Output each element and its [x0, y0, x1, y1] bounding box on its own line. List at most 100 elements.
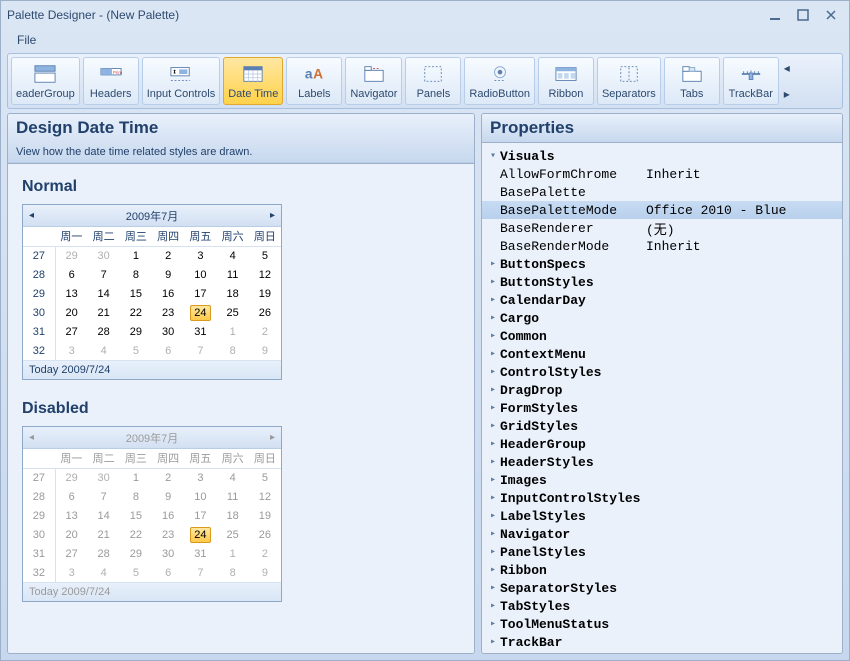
toolbar-button-labels[interactable]: aALabels — [286, 57, 342, 105]
calendar-prev-icon[interactable]: ◂ — [29, 210, 34, 221]
expand-icon[interactable]: ▸ — [486, 600, 500, 612]
property-row[interactable]: BasePalette — [482, 183, 842, 201]
calendar-day[interactable]: 6 — [55, 265, 87, 284]
expand-icon[interactable]: ▸ — [486, 492, 500, 504]
property-row[interactable]: ▸HeaderStyles — [482, 453, 842, 471]
toolbar-button-datetime[interactable]: Date Time — [223, 57, 283, 105]
property-row[interactable]: ▸TrackBar — [482, 633, 842, 651]
property-row[interactable]: ▸ButtonSpecs — [482, 255, 842, 273]
expand-icon[interactable]: ▸ — [486, 474, 500, 486]
property-row[interactable]: BaseRenderer(无) — [482, 219, 842, 237]
calendar-day[interactable]: 24 — [184, 303, 216, 322]
calendar-day[interactable]: 1 — [217, 322, 249, 341]
calendar-day[interactable]: 12 — [249, 265, 281, 284]
calendar-day[interactable]: 28 — [88, 322, 120, 341]
property-row[interactable]: ▾Visuals — [482, 147, 842, 165]
expand-icon[interactable]: ▸ — [486, 636, 500, 648]
calendar-day[interactable]: 26 — [249, 303, 281, 322]
expand-icon[interactable]: ▸ — [486, 384, 500, 396]
expand-icon[interactable]: ▸ — [486, 456, 500, 468]
calendar-day[interactable]: 2 — [152, 246, 184, 265]
calendar-day[interactable]: 5 — [249, 246, 281, 265]
calendar-day[interactable]: 4 — [88, 341, 120, 360]
toolbar-button-headers[interactable]: PrimaryHeaders — [83, 57, 139, 105]
toolbar-button-inputcontrols[interactable]: Input Controls — [142, 57, 220, 105]
toolbar-button-radiobutton[interactable]: RadioButton — [464, 57, 535, 105]
calendar-day[interactable]: 9 — [249, 341, 281, 360]
property-row[interactable]: ▸Images — [482, 471, 842, 489]
calendar-day[interactable]: 19 — [249, 284, 281, 303]
calendar-day[interactable]: 22 — [120, 303, 152, 322]
property-row[interactable]: ▸Navigator — [482, 525, 842, 543]
calendar-day[interactable]: 5 — [120, 341, 152, 360]
property-row[interactable]: ▸LabelStyles — [482, 507, 842, 525]
property-row[interactable]: ▸Common — [482, 327, 842, 345]
expand-icon[interactable]: ▸ — [486, 510, 500, 522]
close-button[interactable] — [819, 6, 843, 24]
calendar-day[interactable]: 11 — [217, 265, 249, 284]
calendar-day[interactable]: 16 — [152, 284, 184, 303]
property-row[interactable]: ▸HeaderGroup — [482, 435, 842, 453]
toolbar-button-tabs[interactable]: Tabs — [664, 57, 720, 105]
property-row[interactable]: ▸ToolMenuStatus — [482, 615, 842, 633]
calendar-day[interactable]: 7 — [88, 265, 120, 284]
maximize-button[interactable] — [791, 6, 815, 24]
calendar-day[interactable]: 30 — [88, 246, 120, 265]
toolbar-button-headergroup[interactable]: eaderGroup — [11, 57, 80, 105]
expand-icon[interactable]: ▸ — [486, 420, 500, 432]
toolbar-button-panels[interactable]: Panels — [405, 57, 461, 105]
calendar-day[interactable]: 7 — [184, 341, 216, 360]
calendar-day[interactable]: 18 — [217, 284, 249, 303]
calendar-day[interactable]: 25 — [217, 303, 249, 322]
calendar-day[interactable]: 6 — [152, 341, 184, 360]
expand-icon[interactable]: ▸ — [486, 402, 500, 414]
expand-icon[interactable]: ▸ — [486, 618, 500, 630]
expand-icon[interactable]: ▸ — [486, 276, 500, 288]
property-row[interactable]: BasePaletteModeOffice 2010 - Blue — [482, 201, 842, 219]
property-row[interactable]: ▸SeparatorStyles — [482, 579, 842, 597]
expand-icon[interactable]: ▸ — [486, 366, 500, 378]
expand-icon[interactable]: ▾ — [486, 150, 500, 162]
expand-icon[interactable]: ▸ — [486, 294, 500, 306]
calendar-day[interactable]: 8 — [217, 341, 249, 360]
calendar-day[interactable]: 8 — [120, 265, 152, 284]
properties-grid[interactable]: ▾VisualsAllowFormChromeInheritBasePalett… — [482, 143, 842, 653]
calendar-day[interactable]: 14 — [88, 284, 120, 303]
property-row[interactable]: ▸Cargo — [482, 309, 842, 327]
expand-icon[interactable]: ▸ — [486, 330, 500, 342]
menu-file[interactable]: File — [9, 31, 44, 49]
expand-icon[interactable]: ▸ — [486, 564, 500, 576]
calendar-day[interactable]: 13 — [55, 284, 87, 303]
calendar-day[interactable]: 15 — [120, 284, 152, 303]
toolbar-button-separators[interactable]: Separators — [597, 57, 661, 105]
expand-icon[interactable]: ▸ — [486, 528, 500, 540]
calendar-day[interactable]: 29 — [55, 246, 87, 265]
property-row[interactable]: ▸ContextMenu — [482, 345, 842, 363]
calendar-day[interactable]: 2 — [249, 322, 281, 341]
expand-icon[interactable]: ▸ — [486, 348, 500, 360]
toolbar-button-navigator[interactable]: Navigator — [345, 57, 402, 105]
calendar-day[interactable]: 4 — [217, 246, 249, 265]
calendar-day[interactable]: 9 — [152, 265, 184, 284]
calendar-today-footer[interactable]: Today 2009/7/24 — [23, 360, 281, 379]
toolbar-prev-icon[interactable]: ◂ — [784, 61, 790, 75]
calendar-day[interactable]: 30 — [152, 322, 184, 341]
expand-icon[interactable]: ▸ — [486, 582, 500, 594]
calendar-day[interactable]: 23 — [152, 303, 184, 322]
toolbar-button-trackbar[interactable]: TrackBar — [723, 57, 779, 105]
property-row[interactable]: ▸InputControlStyles — [482, 489, 842, 507]
expand-icon[interactable]: ▸ — [486, 312, 500, 324]
minimize-button[interactable] — [763, 6, 787, 24]
calendar-day[interactable]: 3 — [184, 246, 216, 265]
property-row[interactable]: ▸FormStyles — [482, 399, 842, 417]
toolbar-next-icon[interactable]: ▸ — [784, 87, 790, 101]
property-row[interactable]: ▸ControlStyles — [482, 363, 842, 381]
property-row[interactable]: BaseRenderModeInherit — [482, 237, 842, 255]
property-row[interactable]: ▸ButtonStyles — [482, 273, 842, 291]
calendar-day[interactable]: 10 — [184, 265, 216, 284]
calendar-day[interactable]: 20 — [55, 303, 87, 322]
expand-icon[interactable]: ▸ — [486, 438, 500, 450]
expand-icon[interactable]: ▸ — [486, 546, 500, 558]
property-row[interactable]: ▸Ribbon — [482, 561, 842, 579]
calendar-day[interactable]: 3 — [55, 341, 87, 360]
